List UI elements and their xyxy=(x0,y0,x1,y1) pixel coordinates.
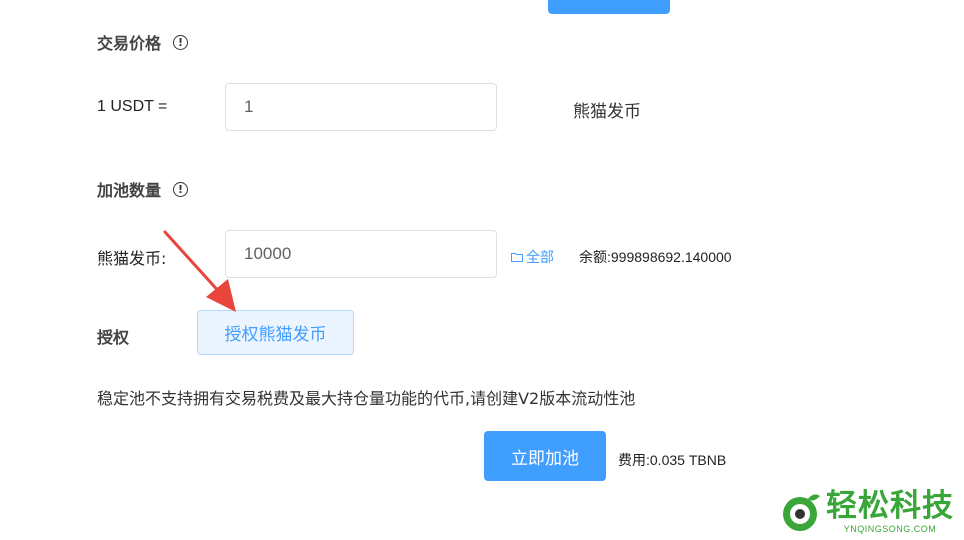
stable-pool-notice: 稳定池不支持拥有交易税费及最大持仓量功能的代币,请创建V2版本流动性池 xyxy=(97,389,636,408)
info-icon[interactable]: ! xyxy=(173,181,189,197)
price-input[interactable] xyxy=(225,83,497,131)
add-liquidity-button[interactable]: 立即加池 xyxy=(484,431,606,481)
fee-text: 费用:0.035 TBNB xyxy=(618,452,727,468)
amount-input[interactable] xyxy=(225,230,497,278)
amount-title-text: 加池数量 xyxy=(97,181,162,200)
watermark-logo: 轻松科技 YNQINGSONG.COM xyxy=(778,490,954,534)
authorize-token-button[interactable]: 授权熊猫发币 xyxy=(197,310,354,355)
folder-icon xyxy=(511,253,523,262)
amount-section-title: 加池数量 ! xyxy=(97,177,189,201)
leaf-logo-icon xyxy=(783,494,820,531)
balance-text: 余额:999898692.140000 xyxy=(579,249,732,265)
price-section-title: 交易价格 ! xyxy=(97,30,189,54)
token-label: 熊猫发币: xyxy=(97,249,167,268)
auth-section-title: 授权 xyxy=(97,324,129,348)
max-amount-link[interactable]: 全部 xyxy=(511,247,554,267)
watermark-title: 轻松科技 xyxy=(826,487,954,524)
max-amount-label: 全部 xyxy=(526,250,554,266)
price-unit-label: 熊猫发币 xyxy=(573,102,641,122)
previous-step-button[interactable] xyxy=(548,0,670,14)
watermark-subtitle: YNQINGSONG.COM xyxy=(843,523,937,534)
rate-label: 1 USDT = xyxy=(97,98,168,115)
info-icon[interactable]: ! xyxy=(173,34,189,50)
price-title-text: 交易价格 xyxy=(97,34,162,53)
auth-title-text: 授权 xyxy=(97,328,130,347)
